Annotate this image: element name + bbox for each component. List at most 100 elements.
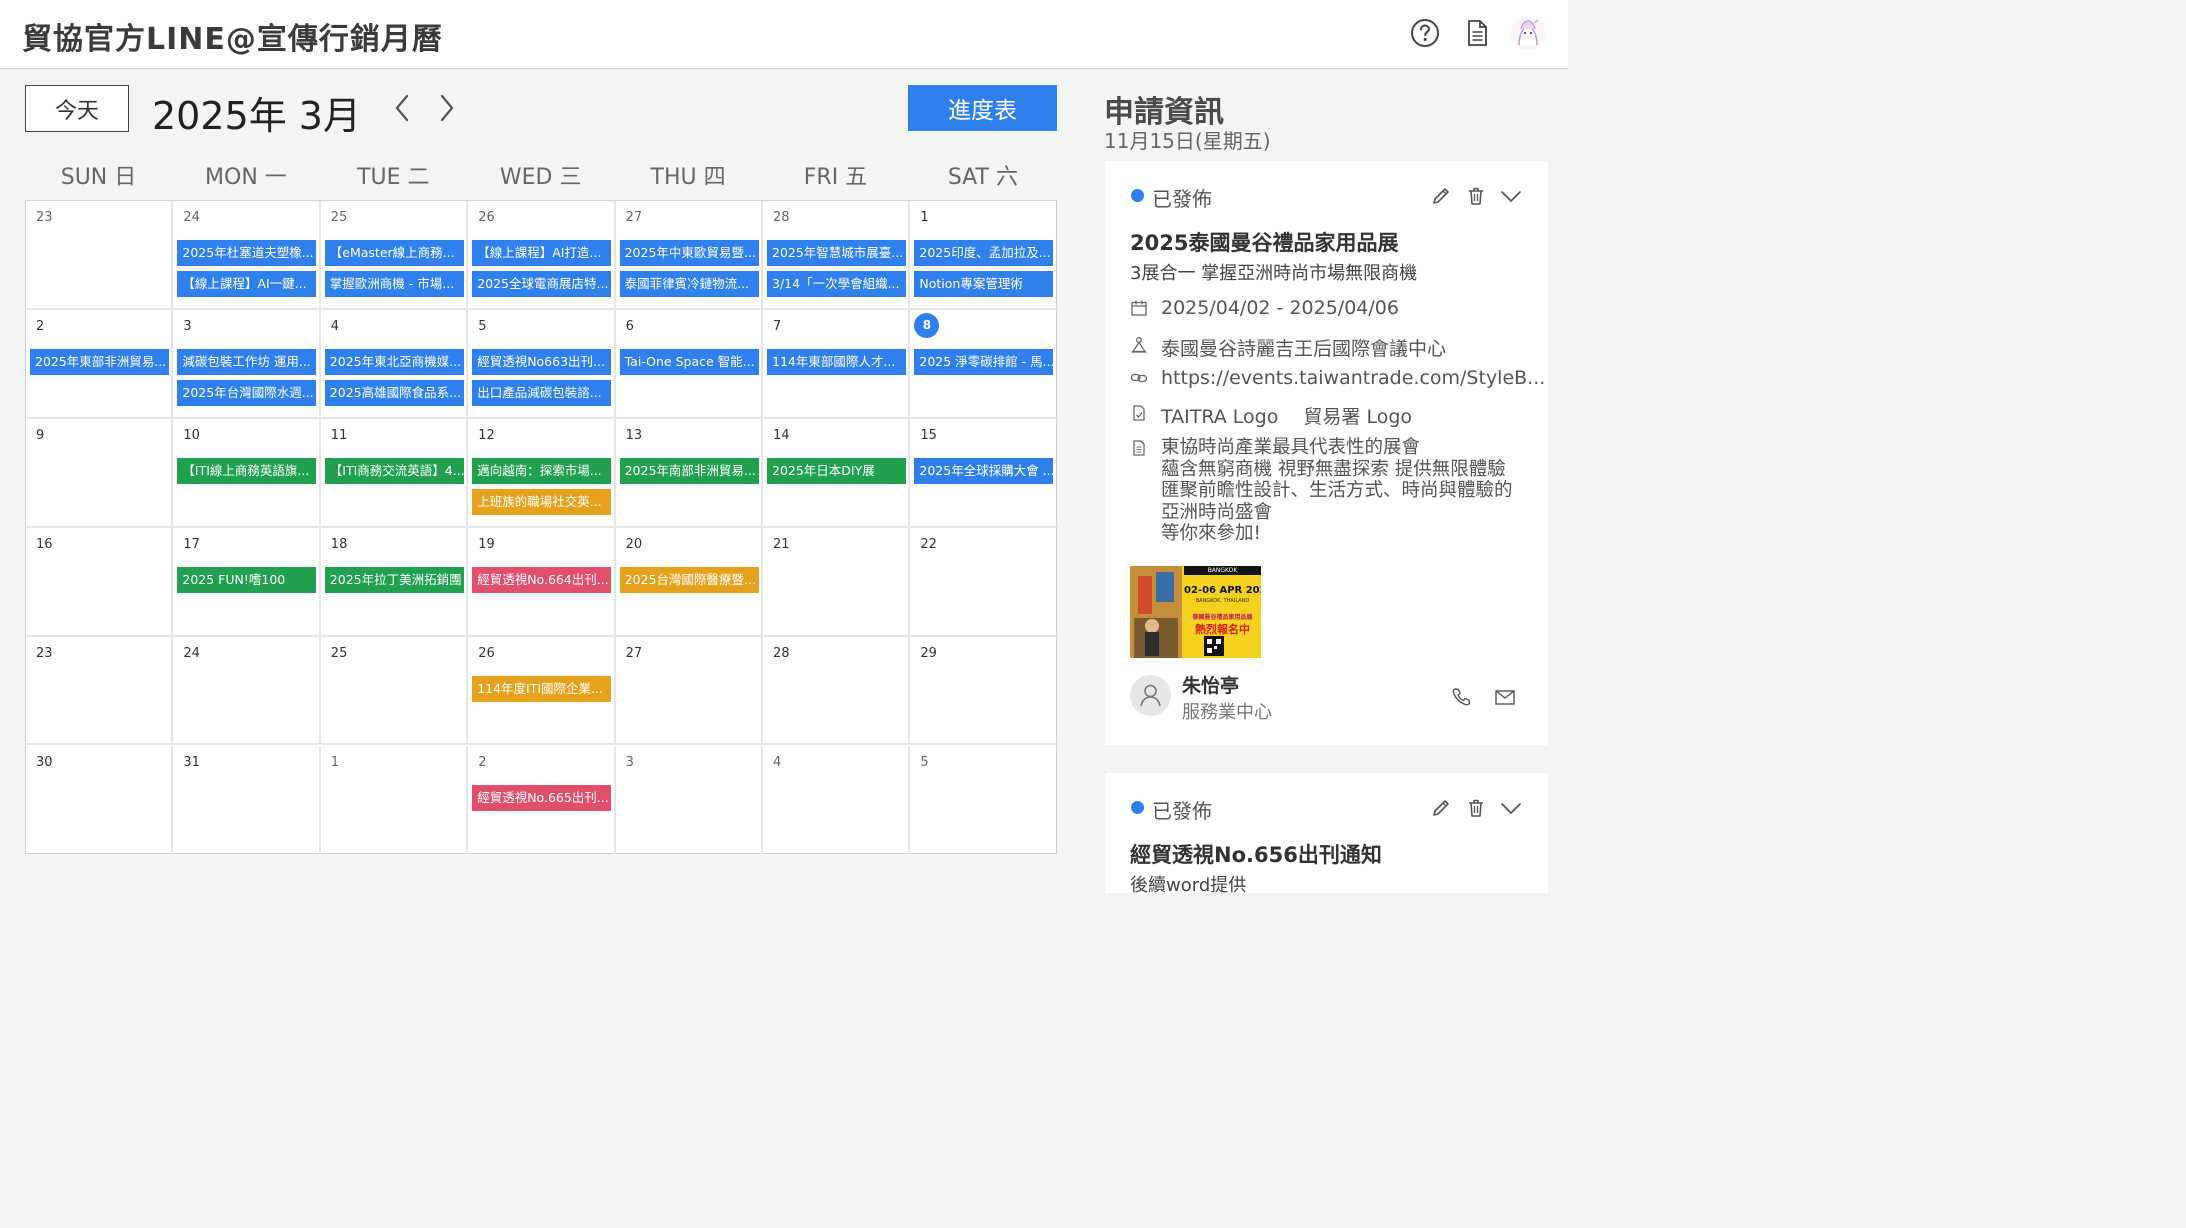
day-cell[interactable]: 5 xyxy=(910,746,1057,855)
calendar-event[interactable]: Tai-One Space 智能... xyxy=(619,348,759,375)
day-cell[interactable]: 28 xyxy=(763,636,911,746)
link-text[interactable]: https://events.taiwantrade.com/StyleB... xyxy=(1161,367,1545,389)
day-cell[interactable]: 5 經貿透視No663出刊... 出口產品減碳包裝諮... xyxy=(468,309,616,419)
day-cell[interactable]: 28 2025年智慧城市展臺... 3/14「一次學會組織... xyxy=(763,201,911,310)
user-avatar-icon[interactable] xyxy=(1510,15,1546,51)
calendar-event[interactable]: 【ITI線上商務英語旗... xyxy=(177,457,317,484)
day-cell[interactable]: 17 2025 FUN!嗜100 xyxy=(173,527,321,637)
day-cell[interactable]: 26 114年度ITI國際企業... xyxy=(468,636,616,746)
calendar-event[interactable]: 【線上課程】AI一鍵... xyxy=(177,271,317,297)
day-cell[interactable]: 19 經貿透視No.664出刊... xyxy=(468,527,616,637)
edit-icon[interactable] xyxy=(1430,797,1452,819)
calendar-event[interactable]: 泰國菲律賓冷鏈物流... xyxy=(619,271,759,297)
chevron-down-icon[interactable] xyxy=(1500,185,1522,207)
event-card[interactable]: 已發佈 2025泰國曼谷禮品家用品展 3展合一 掌握亞洲時尚市場無限商機 202… xyxy=(1105,161,1548,745)
calendar-event[interactable]: 2025年台灣國際水週... xyxy=(177,379,317,406)
calendar-event[interactable]: 經貿透視No.664出刊... xyxy=(472,566,612,593)
day-cell[interactable]: 11 【ITI商務交流英語】4... xyxy=(320,418,469,528)
calendar-event[interactable]: 【eMaster線上商務... xyxy=(324,240,464,266)
calendar-event[interactable]: 2025 淨零碳排館 - 馬... xyxy=(914,348,1054,375)
day-cell[interactable]: 9 xyxy=(26,418,174,528)
calendar-event[interactable]: 2025高雄國際食品系... xyxy=(324,379,464,406)
day-cell[interactable]: 18 2025年拉丁美洲拓銷團 xyxy=(320,527,469,637)
day-cell[interactable]: 7 114年東部國際人才... xyxy=(763,309,911,419)
day-cell[interactable]: 23 xyxy=(26,201,174,310)
calendar-event[interactable]: 3/14「一次學會組織... xyxy=(767,271,906,297)
day-cell[interactable]: 1 xyxy=(321,745,469,855)
day-cell[interactable]: 4 xyxy=(763,745,911,855)
day-cell[interactable]: 8 2025 淨零碳排館 - 馬... xyxy=(910,310,1058,419)
day-cell[interactable]: 26 【線上課程】AI打造... 2025全球電商展店特... xyxy=(468,201,616,310)
day-cell[interactable]: 29 xyxy=(910,637,1058,746)
calendar-event[interactable]: 掌握歐洲商機 - 市場... xyxy=(324,271,464,297)
calendar-event[interactable]: 2025年中東歐貿易暨... xyxy=(619,240,759,266)
edit-icon[interactable] xyxy=(1430,185,1452,207)
day-cell[interactable]: 1 2025印度、孟加拉及... Notion專案管理術 xyxy=(910,201,1058,310)
day-cell[interactable]: 30 xyxy=(26,745,174,855)
calendar-event[interactable]: 2025全球電商展店特... xyxy=(472,271,612,297)
calendar-event[interactable]: 2025台灣國際醫療暨... xyxy=(619,566,759,593)
day-cell[interactable]: 2 2025年東部非洲貿易... xyxy=(26,309,174,419)
event-poster[interactable]: BANGKOK 02-06 APR 2025 BANGKOK, THAILAND… xyxy=(1130,566,1261,658)
calendar-event[interactable]: 出口產品減碳包裝諮... xyxy=(472,379,612,406)
day-cell[interactable]: 24 2025年杜塞道夫塑橡... 【線上課程】AI一鍵... xyxy=(173,201,321,310)
delete-icon[interactable] xyxy=(1465,797,1487,819)
prev-month-icon[interactable] xyxy=(390,91,414,125)
calendar-event[interactable]: 減碳包裝工作坊 運用... xyxy=(177,348,317,375)
day-cell[interactable]: 2 經貿透視No.665出刊... xyxy=(468,745,616,855)
day-cell[interactable]: 14 2025年日本DIY展 xyxy=(763,418,911,528)
delete-icon[interactable] xyxy=(1465,185,1487,207)
calendar-event[interactable]: 2025年南部非洲貿易... xyxy=(619,457,759,484)
calendar-event[interactable]: 2025年智慧城市展臺... xyxy=(767,240,906,266)
day-cell[interactable]: 4 2025年東北亞商機媒... 2025高雄國際食品系... xyxy=(320,309,469,419)
day-cell[interactable]: 3 xyxy=(616,745,763,855)
calendar-event[interactable]: 【線上課程】AI打造... xyxy=(472,240,612,266)
calendar-event[interactable]: 2025年杜塞道夫塑橡... xyxy=(177,240,317,266)
chevron-down-icon[interactable] xyxy=(1500,797,1522,819)
day-cell[interactable]: 16 xyxy=(26,527,174,637)
calendar-event[interactable]: 114年東部國際人才... xyxy=(767,348,906,375)
calendar-event[interactable]: 經貿透視No.665出刊... xyxy=(472,784,612,811)
day-cell[interactable]: 27 xyxy=(615,636,763,746)
day-cell[interactable]: 25 【eMaster線上商務... 掌握歐洲商機 - 市場... xyxy=(320,201,469,310)
progress-button[interactable]: 進度表 xyxy=(908,85,1057,131)
calendar-event[interactable]: 2025年日本DIY展 xyxy=(767,457,906,484)
day-cell[interactable]: 20 2025台灣國際醫療暨... xyxy=(615,527,763,637)
link-row[interactable]: https://events.taiwantrade.com/StyleB... xyxy=(1130,367,1545,391)
today-day-number: 8 xyxy=(914,312,940,338)
day-cell[interactable]: 13 2025年南部非洲貿易... xyxy=(615,418,763,528)
today-button[interactable]: 今天 xyxy=(25,85,129,132)
calendar-event[interactable]: 2025 FUN!嗜100 xyxy=(177,566,317,593)
calendar-event[interactable]: 2025印度、孟加拉及... xyxy=(914,240,1054,266)
calendar-event[interactable]: 【ITI商務交流英語】4... xyxy=(324,457,464,484)
day-cell[interactable]: 6 Tai-One Space 智能... xyxy=(615,309,763,419)
day-cell[interactable]: 3 減碳包裝工作坊 運用... 2025年台灣國際水週... xyxy=(173,309,321,419)
calendar-event[interactable]: 經貿透視No663出刊... xyxy=(472,348,612,375)
mail-icon[interactable] xyxy=(1494,686,1516,708)
day-cell[interactable]: 25 xyxy=(320,636,469,746)
day-cell[interactable]: 10 【ITI線上商務英語旗... xyxy=(173,418,321,528)
top-bar: 貿協官方LINE@宣傳行銷月曆 xyxy=(0,0,1568,69)
day-cell[interactable]: 21 xyxy=(763,527,911,637)
calendar-event[interactable]: 上班族的職場社交英... xyxy=(472,488,612,515)
next-month-icon[interactable] xyxy=(435,91,459,125)
day-cell[interactable]: 31 xyxy=(173,745,321,855)
phone-icon[interactable] xyxy=(1450,686,1472,708)
calendar-event[interactable]: 2025年東北亞商機媒... xyxy=(324,348,464,375)
day-cell[interactable]: 12 邁向越南：探索市場... 上班族的職場社交英... xyxy=(468,418,616,528)
day-cell[interactable]: 27 2025年中東歐貿易暨... 泰國菲律賓冷鏈物流... xyxy=(615,201,763,310)
day-cell[interactable]: 24 xyxy=(173,636,321,746)
help-icon[interactable] xyxy=(1409,17,1441,49)
calendar-event[interactable]: 2025年東部非洲貿易... xyxy=(30,348,169,375)
calendar-event[interactable]: 邁向越南：探索市場... xyxy=(472,457,612,484)
event-card[interactable]: 已發佈 經貿透視No.656出刊通知 後續word提供 xyxy=(1105,773,1548,896)
day-number: 27 xyxy=(625,210,643,225)
day-cell[interactable]: 15 2025年全球採購大會 ... xyxy=(910,419,1058,528)
document-icon[interactable] xyxy=(1461,17,1493,49)
calendar-event[interactable]: Notion專案管理術 xyxy=(914,271,1054,297)
calendar-event[interactable]: 114年度ITI國際企業... xyxy=(472,675,612,702)
day-cell[interactable]: 22 xyxy=(910,528,1058,637)
calendar-event[interactable]: 2025年全球採購大會 ... xyxy=(914,457,1054,484)
day-cell[interactable]: 23 xyxy=(26,636,174,746)
calendar-event[interactable]: 2025年拉丁美洲拓銷團 xyxy=(324,566,464,593)
